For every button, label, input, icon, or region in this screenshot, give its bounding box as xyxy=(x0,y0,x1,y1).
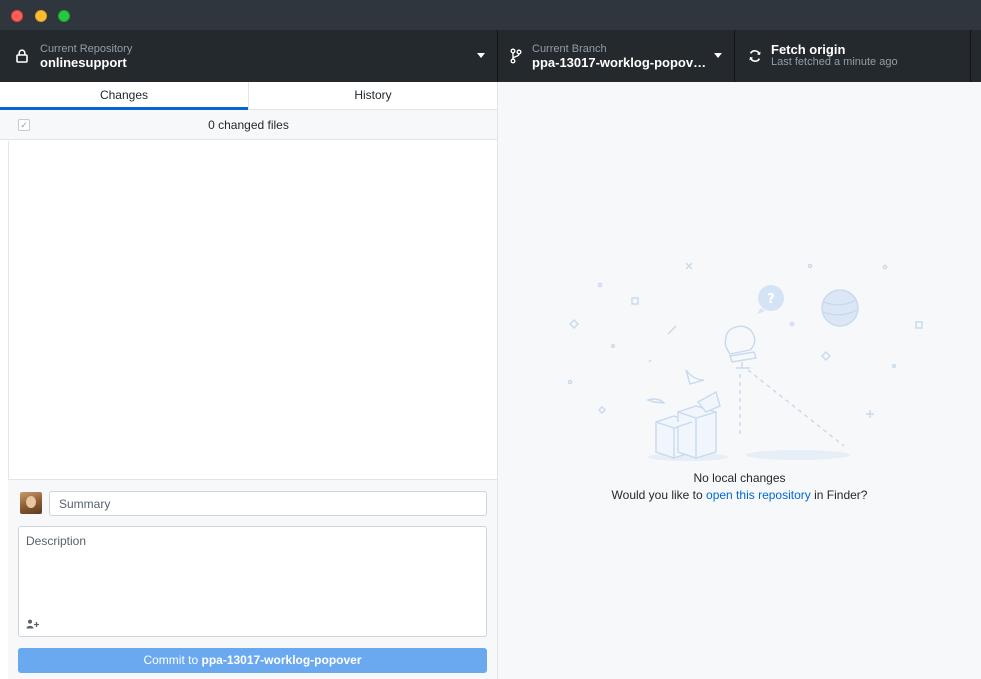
tab-changes[interactable]: Changes xyxy=(0,82,248,110)
no-changes-illustration-icon: ? xyxy=(567,262,923,461)
close-window-button[interactable] xyxy=(11,10,23,22)
repository-text: Current Repository onlinesupport xyxy=(40,43,132,69)
current-repository-dropdown[interactable]: Current Repository onlinesupport xyxy=(0,30,498,82)
commit-message-panel: Commit to ppa-13017-worklog-popover xyxy=(8,480,497,679)
minimize-window-button[interactable] xyxy=(35,10,47,22)
chevron-down-icon xyxy=(714,53,722,58)
add-coauthor-icon[interactable] xyxy=(26,618,40,630)
fetch-title: Fetch origin xyxy=(771,42,846,57)
fetch-subtitle: Last fetched a minute ago xyxy=(771,56,898,68)
tab-history[interactable]: History xyxy=(248,82,497,109)
select-all-checkbox[interactable]: ✓ xyxy=(18,119,30,131)
open-repository-link[interactable]: open this repository xyxy=(706,488,811,502)
sync-icon xyxy=(747,48,763,64)
prompt-text-after: in Finder? xyxy=(810,488,868,502)
zoom-window-button[interactable] xyxy=(58,10,70,22)
changes-list-header: 0 changed files ✓ xyxy=(0,110,497,140)
window-titlebar xyxy=(0,0,981,30)
app-toolbar: Current Repository onlinesupport Current… xyxy=(0,30,981,82)
branch-name: ppa-13017-worklog-popov… xyxy=(532,55,707,70)
no-local-changes-title: No local changes xyxy=(693,471,786,485)
sidebar-tabs: Changes History xyxy=(0,82,497,110)
commit-description-box xyxy=(18,526,487,637)
git-branch-icon xyxy=(508,48,524,64)
lock-icon xyxy=(14,48,30,64)
repository-name: onlinesupport xyxy=(40,55,127,70)
no-changes-view: ? No local changes Would you like to ope… xyxy=(498,82,981,679)
changed-files-list xyxy=(8,141,497,480)
branch-text: Current Branch ppa-13017-worklog-popov… xyxy=(532,43,706,69)
prompt-text-before: Would you like to xyxy=(611,488,707,502)
avatar xyxy=(20,492,42,514)
commit-button-prefix: Commit to xyxy=(143,653,202,667)
svg-text:?: ? xyxy=(767,292,775,307)
changed-files-count: 0 changed files xyxy=(208,118,289,132)
commit-button[interactable]: Commit to ppa-13017-worklog-popover xyxy=(18,648,487,673)
chevron-down-icon xyxy=(477,53,485,58)
current-branch-dropdown[interactable]: Current Branch ppa-13017-worklog-popov… xyxy=(498,30,735,82)
commit-description-input[interactable] xyxy=(19,527,486,613)
open-repository-prompt: Would you like to open this repository i… xyxy=(498,488,981,502)
commit-button-branch: ppa-13017-worklog-popover xyxy=(201,653,362,667)
changes-sidebar: Changes History 0 changed files ✓ Commit… xyxy=(0,82,498,679)
commit-summary-input[interactable] xyxy=(49,491,487,516)
fetch-text: Fetch origin Last fetched a minute ago xyxy=(771,43,898,69)
fetch-origin-button[interactable]: Fetch origin Last fetched a minute ago xyxy=(735,30,971,82)
